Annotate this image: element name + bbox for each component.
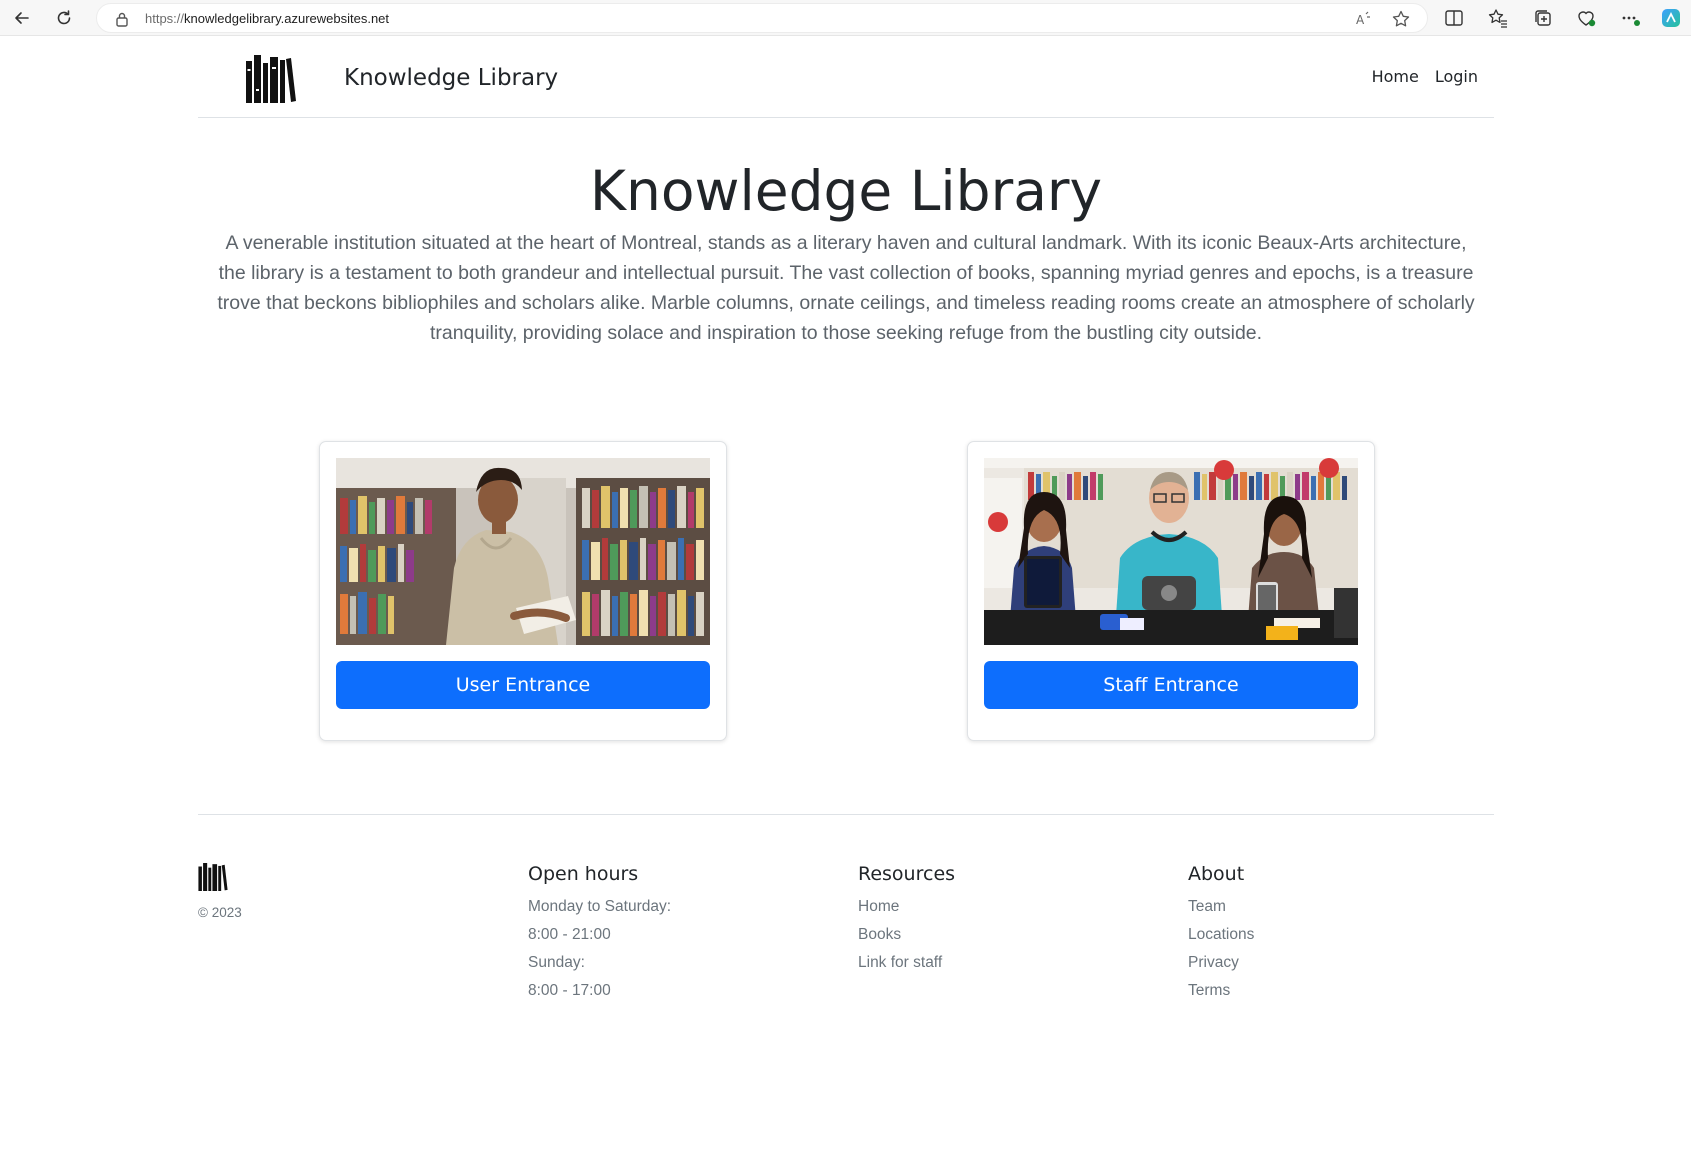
footer-link-locations[interactable]: Locations xyxy=(1188,926,1254,943)
footer-hours: Open hours Monday to Saturday: 8:00 - 21… xyxy=(528,863,671,1005)
hours-title: Open hours xyxy=(528,863,639,885)
more-icon[interactable] xyxy=(1619,7,1641,29)
browser-essentials-icon[interactable] xyxy=(1575,7,1597,29)
footer-link-privacy[interactable]: Privacy xyxy=(1188,954,1239,971)
hero-title: Knowledge Library xyxy=(589,159,1103,223)
address-bar[interactable]: https://knowledgelibrary.azurewebsites.n… xyxy=(96,3,1428,33)
nav-home-link[interactable]: Home xyxy=(1372,67,1419,86)
footer-link-team[interactable]: Team xyxy=(1188,898,1226,915)
brand-title[interactable]: Knowledge Library xyxy=(344,65,558,91)
lock-icon xyxy=(116,12,128,27)
entrance-cards: User Entrance Staff Entrance xyxy=(198,441,1494,741)
back-arrow-icon xyxy=(15,12,29,24)
staff-entrance-button[interactable]: Staff Entrance xyxy=(984,661,1358,709)
hours-line: Sunday: xyxy=(528,954,585,971)
resources-title: Resources xyxy=(858,863,956,885)
hours-line: 8:00 - 17:00 xyxy=(528,982,611,999)
user-photo xyxy=(336,458,710,645)
browser-toolbar: https://knowledgelibrary.azurewebsites.n… xyxy=(0,0,1691,36)
library-logo-icon[interactable] xyxy=(246,55,296,103)
footer-logo-icon xyxy=(198,863,228,891)
staff-photo xyxy=(984,458,1358,645)
user-entrance-card: User Entrance xyxy=(319,441,727,741)
split-screen-icon[interactable] xyxy=(1443,7,1465,29)
site-footer: © 2023 Open hours Monday to Saturday: 8:… xyxy=(198,814,1494,1034)
main-nav: Home Login xyxy=(1372,67,1478,86)
back-button[interactable] xyxy=(10,6,34,30)
refresh-icon xyxy=(57,10,71,25)
footer-link-books[interactable]: Books xyxy=(858,926,901,943)
refresh-button[interactable] xyxy=(52,6,76,30)
footer-link-terms[interactable]: Terms xyxy=(1188,982,1230,999)
favorite-star-icon[interactable] xyxy=(1391,9,1411,29)
read-aloud-icon[interactable]: A xyxy=(1353,9,1373,29)
nav-login-link[interactable]: Login xyxy=(1435,67,1478,86)
url-text: https://knowledgelibrary.azurewebsites.n… xyxy=(145,11,390,26)
staff-entrance-card: Staff Entrance xyxy=(967,441,1375,741)
hours-line: 8:00 - 21:00 xyxy=(528,926,611,943)
footer-resources: Resources Home Books Link for staff xyxy=(858,863,955,977)
hero-description: A venerable institution situated at the … xyxy=(217,232,1475,344)
site-header: Knowledge Library Home Login xyxy=(198,37,1494,118)
page-container: Knowledge Library Home Login Knowledge L… xyxy=(198,37,1494,999)
copilot-icon[interactable] xyxy=(1660,7,1682,29)
footer-link-staff[interactable]: Link for staff xyxy=(858,954,942,971)
hours-line: Monday to Saturday: xyxy=(528,898,672,915)
hero-section: Knowledge Library A venerable institutio… xyxy=(198,118,1494,348)
favorites-icon[interactable] xyxy=(1487,7,1509,29)
footer-about: About Team Locations Privacy Terms xyxy=(1188,863,1254,1005)
about-title: About xyxy=(1188,863,1245,885)
user-entrance-button[interactable]: User Entrance xyxy=(336,661,710,709)
svg-text:A: A xyxy=(1356,13,1365,27)
collections-icon[interactable] xyxy=(1532,7,1554,29)
copyright: © 2023 xyxy=(198,905,242,920)
footer-link-home[interactable]: Home xyxy=(858,898,899,915)
